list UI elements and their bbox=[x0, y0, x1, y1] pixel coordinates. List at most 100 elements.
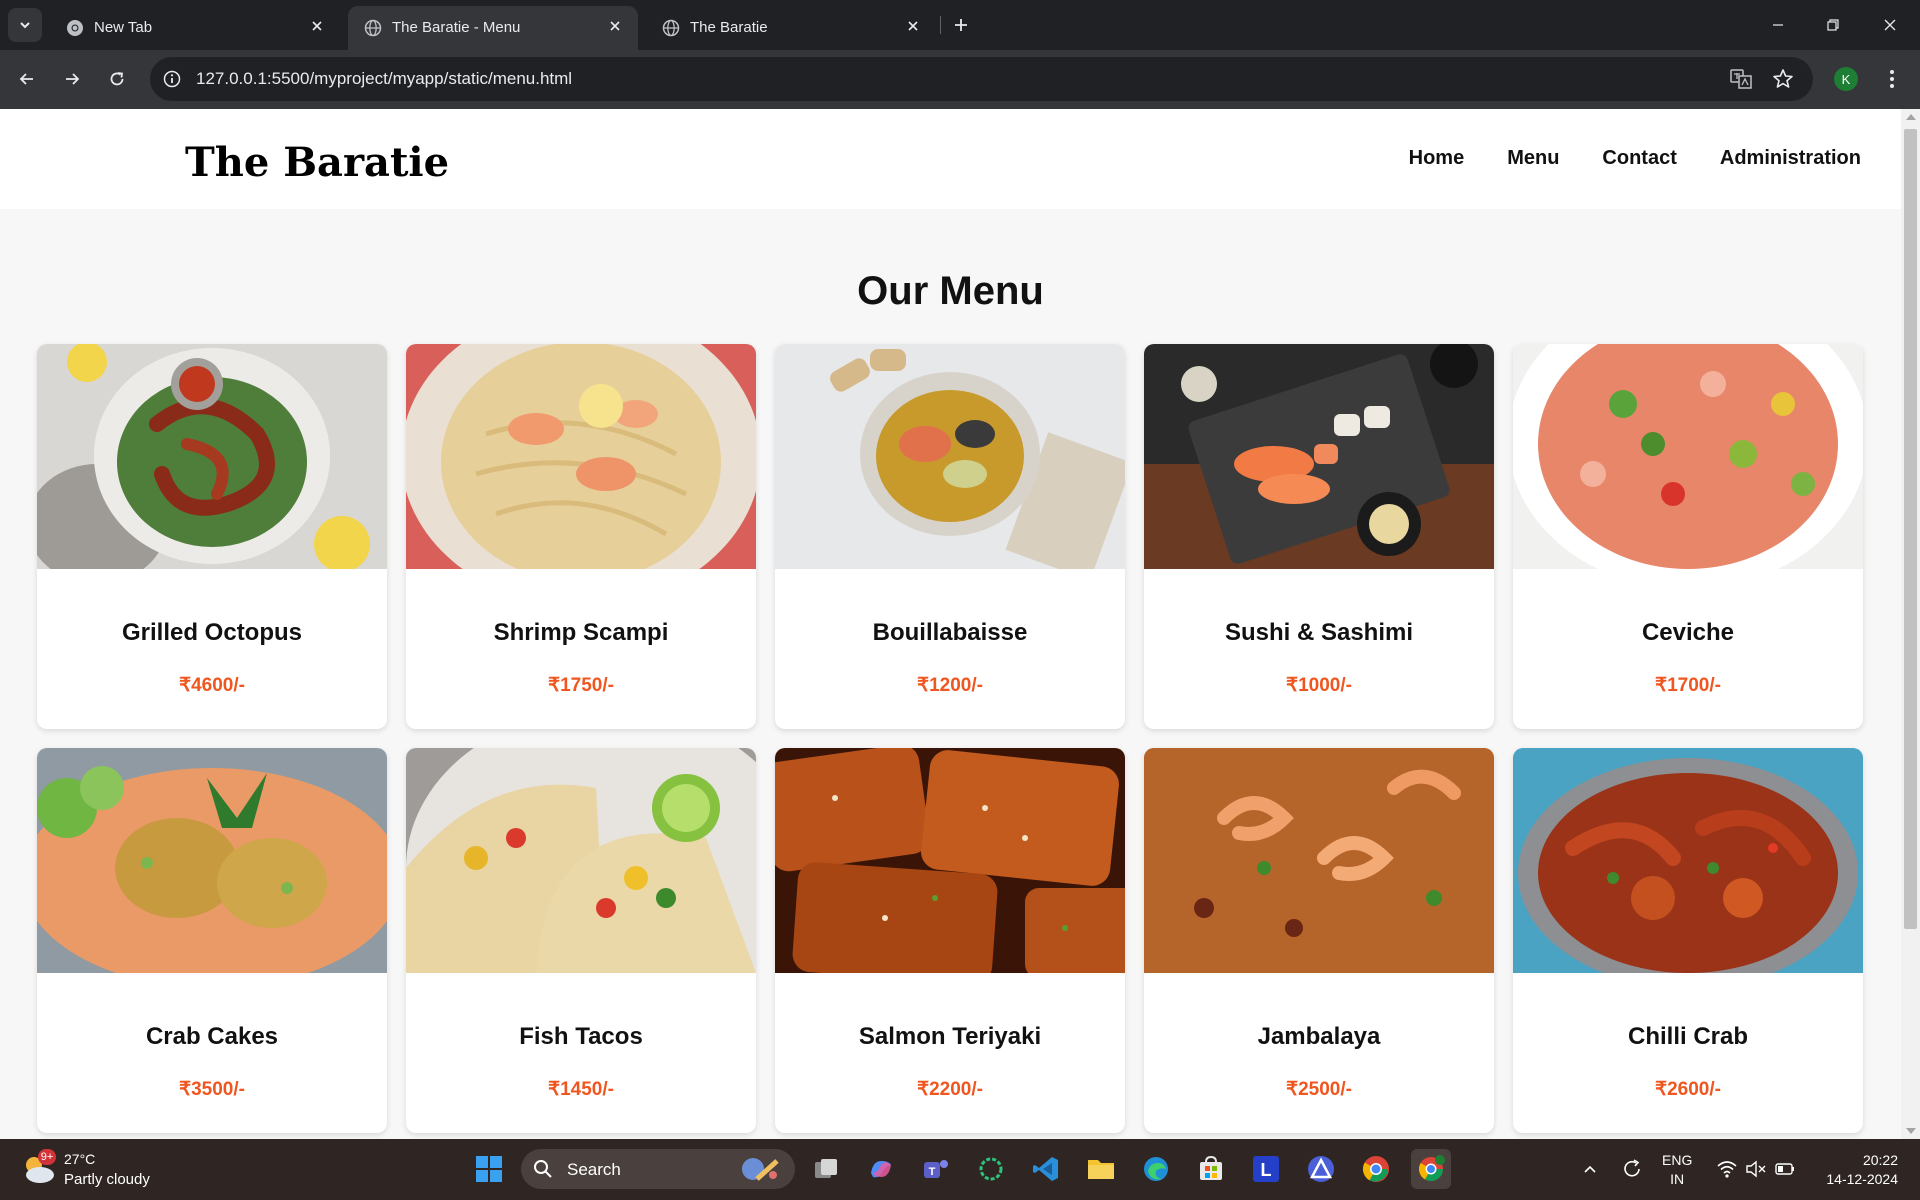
tab-the-baratie[interactable]: The Baratie bbox=[646, 6, 936, 50]
tab-label: The Baratie bbox=[690, 19, 768, 36]
affinity-button[interactable] bbox=[1301, 1149, 1341, 1189]
chrome-button[interactable] bbox=[1356, 1149, 1396, 1189]
new-tab-button[interactable] bbox=[948, 12, 974, 38]
start-button[interactable] bbox=[469, 1149, 509, 1189]
battery-icon[interactable] bbox=[1773, 1160, 1797, 1178]
arrow-right-icon bbox=[66, 73, 80, 85]
menu-item-price: ₹2200/- bbox=[917, 1079, 983, 1100]
menu-item-name: Shrimp Scampi bbox=[493, 619, 669, 646]
nav-menu[interactable]: Menu bbox=[1507, 147, 1559, 170]
nav-administration[interactable]: Administration bbox=[1720, 147, 1861, 170]
task-view-button[interactable] bbox=[806, 1149, 846, 1189]
l-app-button[interactable]: L bbox=[1246, 1149, 1286, 1189]
minimize-button[interactable] bbox=[1760, 10, 1796, 40]
language-indicator[interactable]: ENG IN bbox=[1662, 1151, 1692, 1189]
system-clock[interactable]: 20:22 14-12-2024 bbox=[1818, 1151, 1898, 1189]
menu-item-name: Fish Tacos bbox=[519, 1023, 643, 1050]
menu-card[interactable]: Crab Cakes ₹3500/- bbox=[37, 748, 387, 1133]
more-vertical-icon bbox=[1890, 70, 1894, 88]
url-text[interactable]: 127.0.0.1:5500/myproject/myapp/static/me… bbox=[196, 69, 572, 89]
teams-button[interactable]: T bbox=[916, 1149, 956, 1189]
reload-button[interactable] bbox=[102, 64, 132, 94]
clock-time: 20:22 bbox=[1862, 1152, 1898, 1168]
close-window-button[interactable] bbox=[1872, 10, 1908, 40]
bookmark-star-icon[interactable] bbox=[1771, 67, 1795, 91]
forward-button[interactable] bbox=[57, 64, 87, 94]
scrollbar-thumb[interactable] bbox=[1904, 129, 1917, 929]
menu-item-name: Chilli Crab bbox=[1627, 1023, 1748, 1050]
language-code: ENG bbox=[1662, 1152, 1693, 1168]
copilot-icon bbox=[871, 1161, 891, 1178]
folder-icon bbox=[1088, 1160, 1114, 1179]
menu-card[interactable]: Bouillabaisse ₹1200/- bbox=[775, 344, 1125, 729]
globe-icon bbox=[364, 19, 382, 37]
menu-item-price: ₹1700/- bbox=[1655, 675, 1721, 696]
copilot-button[interactable] bbox=[861, 1149, 901, 1189]
sync-icon[interactable] bbox=[1620, 1157, 1644, 1181]
menu-grid: Grilled Octopus ₹4600/- Shrimp Scampi ₹1… bbox=[37, 344, 1863, 1133]
food-image-salmon-teriyaki bbox=[775, 748, 1125, 973]
weather-widget[interactable]: 9+ 27°C Partly cloudy bbox=[20, 1149, 200, 1191]
menu-card[interactable]: Shrimp Scampi ₹1750/- bbox=[406, 344, 756, 729]
tab-label: New Tab bbox=[94, 19, 153, 36]
menu-card[interactable]: Jambalaya ₹2500/- bbox=[1144, 748, 1494, 1133]
menu-card[interactable]: Ceviche ₹1700/- bbox=[1513, 344, 1863, 729]
app-green-button[interactable] bbox=[971, 1149, 1011, 1189]
page-scrollbar[interactable] bbox=[1901, 109, 1920, 1139]
translate-icon[interactable] bbox=[1729, 67, 1753, 91]
nav-contact[interactable]: Contact bbox=[1602, 147, 1676, 170]
chrome-profile-icon bbox=[1418, 1155, 1445, 1182]
close-icon bbox=[1884, 19, 1896, 31]
close-tab-icon[interactable] bbox=[604, 15, 626, 37]
windows-logo-icon bbox=[476, 1156, 502, 1182]
vscode-button[interactable] bbox=[1026, 1149, 1066, 1189]
menu-item-price: ₹2600/- bbox=[1655, 1079, 1721, 1100]
close-tab-icon[interactable] bbox=[902, 15, 924, 37]
search-highlight-icon bbox=[742, 1158, 779, 1181]
scroll-up-arrow-icon[interactable] bbox=[1906, 114, 1916, 120]
menu-item-name: Crab Cakes bbox=[145, 1023, 279, 1050]
chrome-profile-button[interactable] bbox=[1411, 1149, 1451, 1189]
taskbar-search[interactable]: Search bbox=[521, 1149, 795, 1189]
menu-card[interactable]: Chilli Crab ₹2600/- bbox=[1513, 748, 1863, 1133]
back-button[interactable] bbox=[12, 64, 42, 94]
menu-card[interactable]: Salmon Teriyaki ₹2200/- bbox=[775, 748, 1125, 1133]
food-image-sushi-sashimi bbox=[1144, 344, 1494, 569]
file-explorer-button[interactable] bbox=[1081, 1149, 1121, 1189]
food-image-jambalaya bbox=[1144, 748, 1494, 973]
wifi-icon[interactable] bbox=[1716, 1159, 1738, 1179]
store-button[interactable] bbox=[1191, 1149, 1231, 1189]
close-tab-icon[interactable] bbox=[306, 15, 328, 37]
weather-temperature: 27°C bbox=[64, 1151, 96, 1167]
chrome-icon bbox=[1362, 1156, 1389, 1182]
food-image-bouillabaisse bbox=[775, 344, 1125, 569]
menu-card[interactable]: Fish Tacos ₹1450/- bbox=[406, 748, 756, 1133]
menu-item-name: Bouillabaisse bbox=[872, 619, 1028, 646]
tab-the-baratie-menu[interactable]: The Baratie - Menu bbox=[348, 6, 638, 50]
address-bar[interactable]: 127.0.0.1:5500/myproject/myapp/static/me… bbox=[150, 57, 1813, 101]
speaker-muted-icon[interactable] bbox=[1745, 1159, 1767, 1179]
tab-divider bbox=[940, 16, 941, 34]
svg-text:L: L bbox=[1261, 1160, 1272, 1180]
letter-l-app-icon: L bbox=[1253, 1156, 1279, 1182]
browser-menu-button[interactable] bbox=[1880, 64, 1904, 94]
chevron-up-icon[interactable] bbox=[1583, 1162, 1597, 1176]
arrow-left-icon bbox=[19, 73, 33, 85]
microsoft-store-icon bbox=[1200, 1155, 1222, 1180]
site-info-button[interactable] bbox=[160, 67, 184, 91]
menu-item-name: Salmon Teriyaki bbox=[858, 1023, 1042, 1050]
tab-new-tab[interactable]: New Tab bbox=[50, 6, 340, 50]
site-logo-text[interactable]: The Baratie bbox=[185, 139, 449, 186]
tab-search-button[interactable] bbox=[8, 8, 42, 42]
restore-button[interactable] bbox=[1815, 10, 1851, 40]
menu-card[interactable]: Grilled Octopus ₹4600/- bbox=[37, 344, 387, 729]
menu-card[interactable]: Sushi & Sashimi ₹1000/- bbox=[1144, 344, 1494, 729]
vscode-icon bbox=[1033, 1157, 1058, 1181]
edge-button[interactable] bbox=[1136, 1149, 1176, 1189]
browser-toolbar: 127.0.0.1:5500/myproject/myapp/static/me… bbox=[0, 50, 1920, 109]
profile-avatar[interactable]: K bbox=[1834, 67, 1858, 91]
scroll-down-arrow-icon[interactable] bbox=[1906, 1128, 1916, 1134]
nav-home[interactable]: Home bbox=[1409, 147, 1465, 170]
tab-label: The Baratie - Menu bbox=[392, 19, 521, 36]
food-image-ceviche bbox=[1513, 344, 1863, 569]
